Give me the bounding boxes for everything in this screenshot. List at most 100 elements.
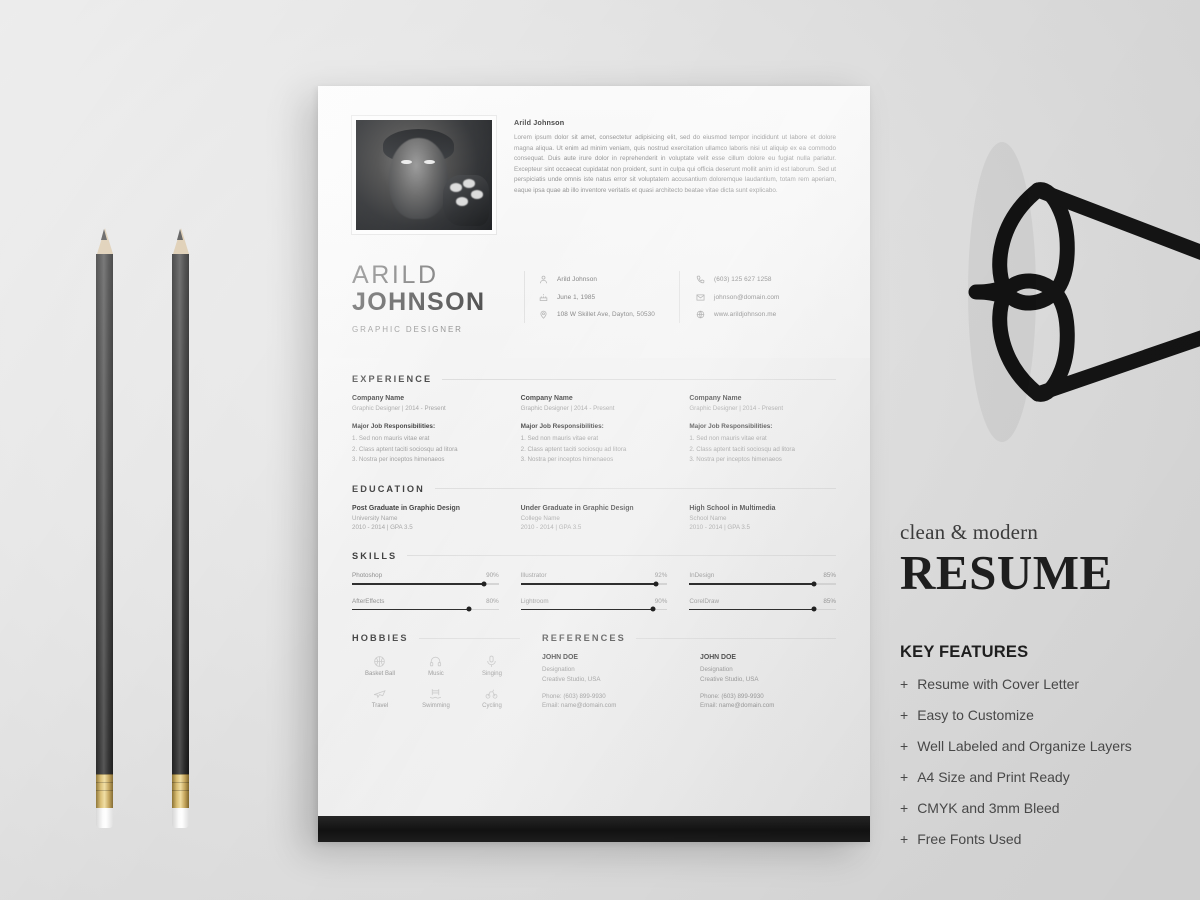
bicycle-icon xyxy=(464,686,520,701)
responsibilities-label: Major Job Responsibilities: xyxy=(352,423,436,430)
reference-name: JOHN DOE xyxy=(700,654,736,662)
feature-label: Easy to Customize xyxy=(917,706,1034,723)
skill-percent: 85% xyxy=(823,571,837,579)
feature-label: Well Labeled and Organize Layers xyxy=(917,737,1132,754)
experience-list: Company Name Graphic Designer | 2014 - P… xyxy=(352,395,836,466)
hobby-label: Basket Ball xyxy=(364,671,395,678)
institution: University Name xyxy=(352,514,398,522)
degree: Under Graduate in Graphic Design xyxy=(520,504,634,512)
skill-fill xyxy=(689,582,814,585)
reference-phone: Phone: (603) 899-9930 xyxy=(542,692,606,700)
skill-name: CorelDraw xyxy=(689,597,720,605)
contact-item-birthday: June 1, 1985 xyxy=(539,288,679,306)
responsibility-item: 2. Class aptent taciti sociosqu ad litor… xyxy=(689,445,795,453)
bio-name: Arild Johnson xyxy=(514,118,565,127)
location-pin-icon xyxy=(539,310,548,319)
contact-column-right: (603) 125 627 1258 johnson@domain.com ww… xyxy=(679,270,836,324)
reference-designation: Designation xyxy=(700,666,733,674)
resume-body: EXPERIENCE Company Name Graphic Designer… xyxy=(318,358,870,718)
section-header-education: EDUCATION xyxy=(352,484,836,494)
feature-item: + A4 Size and Print Ready xyxy=(900,769,1190,785)
hobby-label: Travel xyxy=(371,703,389,710)
skill-fill xyxy=(689,608,814,611)
pencil-body xyxy=(172,254,189,774)
hobby-item: Travel xyxy=(352,686,408,709)
hobby-item: Singing xyxy=(464,654,520,677)
birthday-icon xyxy=(539,293,548,302)
education-years: 2010 - 2014 | GPA 3.5 xyxy=(352,523,413,531)
hobbies-section: HOBBIES Basket Ball Music Singing Travel… xyxy=(352,633,520,718)
contact-item-website: www.arildjohnson.me xyxy=(696,306,836,324)
contact-item-email: johnson@domain.com xyxy=(696,288,836,306)
section-rule xyxy=(635,637,836,639)
reference-studio: Creative Studio, USA xyxy=(700,675,759,683)
skill-name: InDesign xyxy=(689,571,715,579)
person-icon xyxy=(539,275,548,284)
hobby-label: Swimming xyxy=(422,703,450,710)
skill-item: Illustrator 92% xyxy=(520,571,668,587)
skill-item: AfterEffects 80% xyxy=(352,597,499,612)
skill-item: InDesign 85% xyxy=(689,571,837,587)
promo-panel: clean & modern RESUME KEY FEATURES + Res… xyxy=(900,520,1190,862)
skill-fill xyxy=(520,608,653,611)
skill-name: Illustrator xyxy=(520,571,547,579)
promo-kicker: clean & modern xyxy=(900,520,1039,544)
lower-area: HOBBIES Basket Ball Music Singing Travel… xyxy=(352,633,836,718)
company-name: Company Name xyxy=(352,395,405,402)
bio-block: Arild Johnson Lorem ipsum dolor sit amet… xyxy=(514,116,836,234)
skills-list: Photoshop 90% AfterEffects 80% Illustrat… xyxy=(352,571,837,623)
reference-studio: Creative Studio, USA xyxy=(542,675,601,683)
skill-name: AfterEffects xyxy=(352,597,385,605)
responsibilities-label: Major Job Responsibilities: xyxy=(689,423,773,430)
skill-track xyxy=(520,606,668,612)
reference-designation: Designation xyxy=(542,666,575,674)
feature-item: + CMYK and 3mm Bleed xyxy=(900,800,1190,816)
job-meta: Graphic Designer | 2014 - Present xyxy=(689,405,784,412)
profile-photo xyxy=(352,116,496,234)
company-name: Company Name xyxy=(520,395,573,402)
section-header-skills: SKILLS xyxy=(352,551,836,561)
contact-phone-value: (603) 125 627 1258 xyxy=(714,276,772,283)
skill-track xyxy=(689,581,837,587)
page-footer-bar xyxy=(318,816,870,842)
feature-item: + Easy to Customize xyxy=(900,707,1190,723)
contact-website-value: www.arildjohnson.me xyxy=(714,311,777,318)
responsibility-item: 1. Sed non mauris vitae erat xyxy=(689,435,767,442)
degree: High School in Multimedia xyxy=(689,504,776,512)
responsibilities-label: Major Job Responsibilities: xyxy=(520,423,604,430)
section-header-hobbies: HOBBIES xyxy=(352,633,520,643)
reference-name: JOHN DOE xyxy=(542,654,578,662)
skill-item: Photoshop 90% xyxy=(352,571,499,587)
education-item: High School in Multimedia School Name 20… xyxy=(689,505,836,531)
skill-dot xyxy=(650,606,656,612)
skill-percent: 90% xyxy=(486,571,499,579)
skill-track xyxy=(352,606,499,612)
skill-dot xyxy=(466,606,472,612)
institution: College Name xyxy=(520,514,560,522)
resume-page: Arild Johnson Lorem ipsum dolor sit amet… xyxy=(318,86,870,842)
skill-track xyxy=(689,606,837,612)
pencil-ferrule xyxy=(172,774,189,808)
responsibility-item: 3. Nostra per inceptos himenaeos xyxy=(689,456,782,464)
plus-icon: + xyxy=(900,706,909,723)
pencil-eraser xyxy=(96,808,113,828)
plus-icon: + xyxy=(900,799,909,816)
plus-icon: + xyxy=(900,737,909,754)
job-meta: Graphic Designer | 2014 - Present xyxy=(520,405,615,412)
skill-percent: 92% xyxy=(654,571,668,579)
plus-icon: + xyxy=(900,830,909,847)
hobby-item: Music xyxy=(408,654,464,677)
pencil-ferrule xyxy=(96,774,113,808)
hobby-item: Swimming xyxy=(408,686,464,709)
hobby-label: Music xyxy=(428,671,444,678)
pencil-left xyxy=(96,228,121,828)
section-title: EXPERIENCE xyxy=(352,374,433,384)
job-title: GRAPHIC DESIGNER xyxy=(352,325,463,334)
headphones-icon xyxy=(408,654,464,669)
section-title: REFERENCES xyxy=(542,633,626,644)
skill-dot xyxy=(653,581,659,587)
responsibility-item: 1. Sed non mauris vitae erat xyxy=(520,435,599,442)
skill-track xyxy=(352,581,499,587)
section-rule xyxy=(418,637,520,639)
responsibility-item: 3. Nostra per inceptos himenaeos xyxy=(352,456,445,464)
